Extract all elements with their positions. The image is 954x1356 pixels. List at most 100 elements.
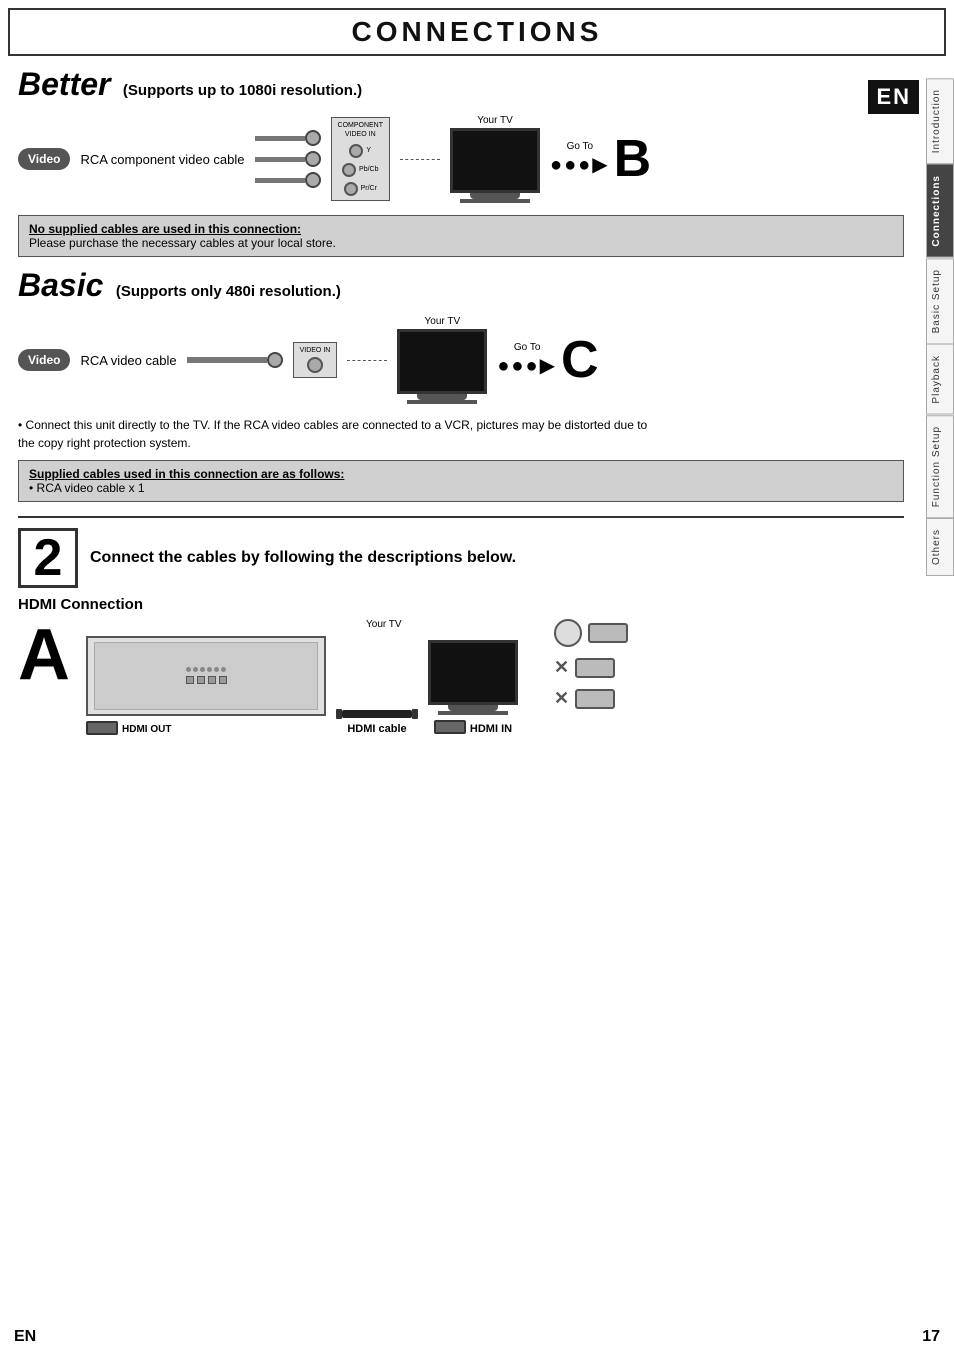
rca-head-3 <box>305 172 321 188</box>
hdmi-cable-label: HDMI cable <box>347 723 406 735</box>
main-content: Better (Supports up to 1080i resolution.… <box>8 56 914 745</box>
better-tv-foot <box>460 199 530 203</box>
hdmi-diagram-row: HDMI OUT HDMI cable <box>86 636 518 735</box>
comp-label-pr: Pr/Cr <box>361 185 377 192</box>
side-tabs: Introduction Connections Basic Setup Pla… <box>926 78 954 576</box>
better-cable-label: RCA component video cable <box>80 152 244 167</box>
single-rca-cable <box>187 352 283 368</box>
hdmi-cable-row <box>336 709 418 719</box>
rca-cable-pr <box>255 172 321 188</box>
device-port-2 <box>197 676 205 684</box>
dot <box>207 667 212 672</box>
basic-title: Basic <box>18 267 103 303</box>
device-port-3 <box>208 676 216 684</box>
conn-circle-ok <box>554 619 582 647</box>
basic-cable-label: RCA video cable <box>80 353 176 368</box>
hdmi-cable-area: HDMI cable <box>336 679 418 735</box>
basic-letter-c: C <box>561 334 599 386</box>
better-notice-text: Please purchase the necessary cables at … <box>29 236 336 250</box>
hdmi-in-label: HDMI IN <box>470 723 512 735</box>
dot <box>200 667 205 672</box>
hdmi-out-port <box>86 721 118 735</box>
hdmi-tv-foot <box>438 711 508 715</box>
dot <box>186 667 191 672</box>
tab-playback[interactable]: Playback <box>926 344 954 415</box>
hdmi-plug-x1 <box>575 658 615 678</box>
cable-line-3 <box>255 178 305 183</box>
basic-your-tv: Your TV <box>425 316 461 327</box>
conn-x1: ✕ <box>554 657 569 678</box>
better-your-tv: Your TV <box>477 115 513 126</box>
basic-tv-screen <box>397 329 487 394</box>
basic-go-to-block: Go To ●●●▶ <box>497 342 557 378</box>
dashed-line-basic <box>347 360 387 361</box>
step-number: 2 <box>18 528 78 588</box>
supplied-title: Supplied cables used in this connection … <box>29 467 344 481</box>
comp-label-pb: Pb/Cb <box>359 166 378 173</box>
basic-go-to: Go To ●●●▶ C <box>497 334 598 386</box>
tab-function-setup[interactable]: Function Setup <box>926 415 954 518</box>
basic-subtitle: (Supports only 480i resolution.) <box>116 283 341 300</box>
hdmi-out-row: HDMI OUT <box>86 720 326 735</box>
basic-tv-foot <box>407 400 477 404</box>
tab-others[interactable]: Others <box>926 518 954 576</box>
rca-cable-pb <box>255 151 321 167</box>
supplied-box: Supplied cables used in this connection … <box>18 460 904 502</box>
rca-cable-body <box>187 357 267 363</box>
tab-connections[interactable]: Connections <box>926 164 954 258</box>
bd-player-wrap: HDMI OUT <box>86 636 326 735</box>
page-footer: EN 17 <box>0 1328 954 1346</box>
hdmi-tv-screen <box>428 640 518 705</box>
better-tv-screen <box>450 128 540 193</box>
tab-introduction[interactable]: Introduction <box>926 78 954 164</box>
better-notice-box: No supplied cables are used in this conn… <box>18 215 904 257</box>
connector-icons-group: ✕ ✕ <box>554 619 628 709</box>
device-port-4 <box>219 676 227 684</box>
step-description: Connect the cables by following the desc… <box>90 549 516 567</box>
dashed-line-better <box>400 159 440 160</box>
better-go-to: Go To ●●●▶ B <box>550 133 651 185</box>
conn-x2: ✕ <box>554 688 569 709</box>
basic-dots-arrow: ●●●▶ <box>497 353 557 378</box>
hdmi-title: HDMI Connection <box>18 596 904 613</box>
en-badge: EN <box>868 80 919 114</box>
footer-page-number: 17 <box>922 1328 940 1346</box>
basic-section: Basic (Supports only 480i resolution.) V… <box>18 267 904 502</box>
bd-device-inner <box>94 642 318 710</box>
comp-port-pr-row: Pr/Cr <box>344 182 377 196</box>
rca-cable-y <box>255 130 321 146</box>
cable-line-1 <box>255 136 305 141</box>
hdmi-plug-x2 <box>575 689 615 709</box>
better-connection-row: Video RCA component video cable <box>18 115 904 203</box>
better-go-to-label: Go To <box>567 141 594 152</box>
supplied-item: • RCA video cable x 1 <box>29 481 145 495</box>
hdmi-in-port <box>434 720 466 734</box>
comp-port-pb <box>342 163 356 177</box>
comp-label-y: Y <box>366 147 371 154</box>
better-tv: Your TV <box>450 115 540 203</box>
better-notice-title: No supplied cables are used in this conn… <box>29 222 301 236</box>
hdmi-letter-a: A <box>18 619 70 691</box>
rca-head-single <box>267 352 283 368</box>
better-section: Better (Supports up to 1080i resolution.… <box>18 66 904 257</box>
better-title: Better <box>18 66 110 102</box>
hdmi-cable-body <box>342 710 412 718</box>
bd-player-device <box>86 636 326 716</box>
better-go-to-block: Go To ●●●▶ <box>550 141 610 177</box>
hdmi-out-label: HDMI OUT <box>122 724 171 735</box>
page-title: CONNECTIONS <box>10 16 944 48</box>
component-port-box: COMPONENTVIDEO IN Y Pb/Cb Pr/Cr <box>331 117 391 201</box>
hdmi-content-row: A Your TV <box>18 619 904 735</box>
hdmi-section: HDMI Connection A Your TV <box>18 596 904 735</box>
better-letter-b: B <box>614 133 652 185</box>
dot <box>193 667 198 672</box>
connector-row-x2: ✕ <box>554 688 628 709</box>
component-port-top-label: COMPONENTVIDEO IN <box>338 122 384 139</box>
basic-tv: Your TV <box>397 316 487 404</box>
hdmi-plug-ok <box>588 623 628 643</box>
basic-bullet1: • Connect this unit directly to the TV. … <box>18 416 904 452</box>
connector-row-x1: ✕ <box>554 657 628 678</box>
step-2-row: 2 Connect the cables by following the de… <box>18 516 904 588</box>
tab-basic-setup[interactable]: Basic Setup <box>926 258 954 344</box>
video-in-label: VIDEO IN <box>300 347 331 354</box>
